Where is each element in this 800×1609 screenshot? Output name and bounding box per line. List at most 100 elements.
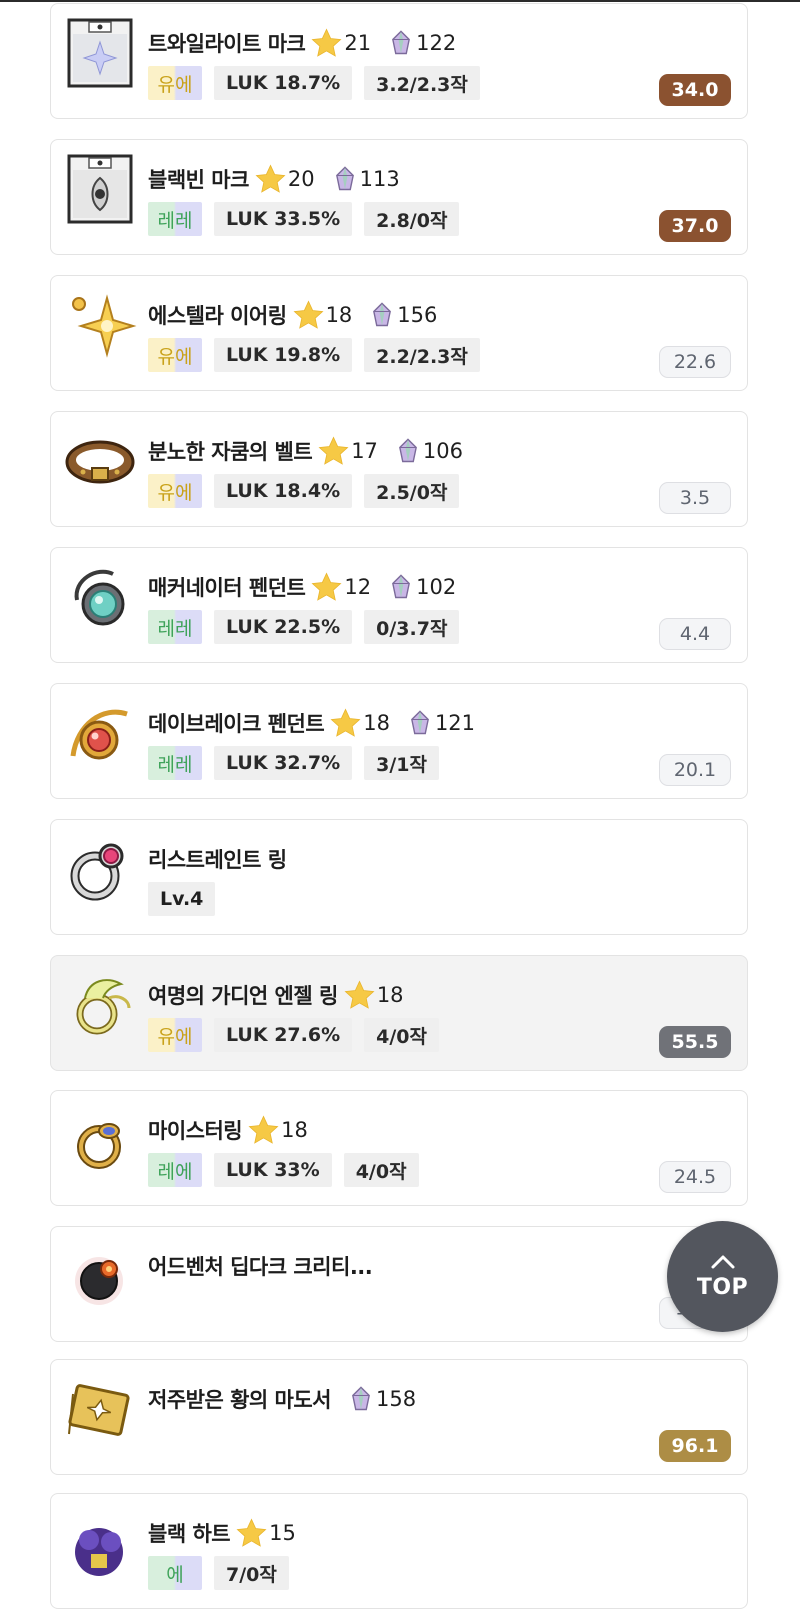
star-force-count: 18 bbox=[376, 983, 404, 1007]
star-force-icon bbox=[247, 1114, 280, 1147]
score-badge: 3.5 bbox=[659, 482, 731, 514]
chevron-up-icon bbox=[710, 1253, 736, 1271]
score-badge: 4.4 bbox=[659, 618, 731, 650]
soul-gem-icon bbox=[347, 1385, 375, 1413]
main-stat-pill: LUK 32.7% bbox=[214, 746, 353, 780]
potential-grade-badge: 유에 bbox=[148, 66, 202, 100]
star-force-count: 21 bbox=[344, 31, 372, 55]
potential-grade-badge: 레레 bbox=[148, 610, 202, 644]
item-title-row: 리스트레인트 링 bbox=[148, 842, 287, 876]
item-card[interactable]: 블랙빈 마크 20 113 레레 LUK 33.5% 2.8/0작 37.0 bbox=[50, 139, 748, 255]
item-card[interactable]: 분노한 자쿰의 벨트 17 106 유에 LUK 18.4% 2.5/0작 3.5 bbox=[50, 411, 748, 527]
soul-gem-icon bbox=[387, 573, 415, 601]
item-title-row: 어드벤처 딥다크 크리티... bbox=[148, 1249, 373, 1283]
star-force-icon bbox=[329, 707, 362, 740]
blackbean-mark-icon bbox=[63, 152, 137, 226]
item-tags-row: 에 7/0작 bbox=[148, 1556, 301, 1590]
soul-gem-value: 106 bbox=[422, 439, 464, 463]
item-card[interactable]: 트와일라이트 마크 21 122 유에 LUK 18.7% 3.2/2.3작 34.0 bbox=[50, 3, 748, 119]
item-card[interactable]: 여명의 가디언 엔젤 링 18 유에 LUK 27.6% 4/0작 55.5 bbox=[50, 955, 748, 1071]
main-stat-pill: LUK 18.7% bbox=[214, 66, 353, 100]
star-force-icon bbox=[235, 1517, 268, 1550]
item-tags-row: 유에 LUK 19.8% 2.2/2.3작 bbox=[148, 338, 492, 372]
star-force-icon bbox=[292, 299, 325, 332]
item-card[interactable]: 리스트레인트 링 Lv.4 bbox=[50, 819, 748, 935]
star-force-count: 17 bbox=[351, 439, 378, 463]
scroll-upgrade-pill: 7/0작 bbox=[214, 1556, 289, 1590]
soul-gem-icon bbox=[331, 165, 359, 193]
star-force-count: 18 bbox=[363, 711, 390, 735]
soul-gem-value: 158 bbox=[376, 1387, 417, 1411]
item-name: 어드벤처 딥다크 크리티... bbox=[148, 1255, 373, 1279]
item-card[interactable]: 블랙 하트 15 에 7/0작 bbox=[50, 1493, 748, 1609]
scroll-upgrade-pill: 0/3.7작 bbox=[364, 610, 460, 644]
item-title-row: 블랙빈 마크 20 113 bbox=[148, 162, 400, 196]
item-tags-row: 유에 LUK 27.6% 4/0작 bbox=[148, 1018, 451, 1052]
item-tags-row: Lv.4 bbox=[148, 882, 227, 916]
main-stat-pill: LUK 19.8% bbox=[214, 338, 353, 372]
item-name: 에스텔라 이어링 bbox=[148, 304, 287, 328]
item-card[interactable]: 저주받은 황의 마도서 158 96.1 bbox=[50, 1359, 748, 1475]
scroll-upgrade-pill: 4/0작 bbox=[343, 1153, 419, 1187]
item-name: 마이스터링 bbox=[148, 1119, 243, 1143]
potential-grade-badge: 레레 bbox=[148, 746, 202, 780]
mechanator-pendant-icon bbox=[63, 560, 137, 634]
potential-grade-badge: Lv.4 bbox=[148, 882, 216, 916]
item-card[interactable]: 데이브레이크 펜던트 18 121 레레 LUK 32.7% 3/1작 20.1 bbox=[50, 683, 748, 799]
item-name: 저주받은 황의 마도서 bbox=[148, 1388, 332, 1412]
potential-grade-badge: 유에 bbox=[148, 338, 202, 372]
top-divider bbox=[0, 0, 800, 2]
item-tags-row: 레레 LUK 33.5% 2.8/0작 bbox=[148, 202, 471, 236]
scroll-upgrade-pill: 2.2/2.3작 bbox=[364, 338, 480, 372]
potential-grade-badge: 유에 bbox=[148, 1018, 202, 1052]
score-badge: 55.5 bbox=[659, 1026, 731, 1058]
item-name: 여명의 가디언 엔젤 링 bbox=[148, 984, 338, 1008]
star-force-count: 15 bbox=[269, 1521, 296, 1545]
score-badge: 34.0 bbox=[659, 74, 731, 106]
star-force-icon bbox=[317, 435, 350, 468]
potential-grade-badge: 유에 bbox=[148, 474, 202, 508]
soul-gem-value: 113 bbox=[359, 167, 400, 191]
item-title-row: 마이스터링 18 bbox=[148, 1113, 308, 1147]
item-name: 블랙 하트 bbox=[148, 1522, 231, 1546]
main-stat-pill: LUK 27.6% bbox=[214, 1018, 353, 1052]
item-title-row: 데이브레이크 펜던트 18 121 bbox=[148, 706, 475, 740]
item-title-row: 에스텔라 이어링 18 156 bbox=[148, 298, 437, 332]
item-title-row: 여명의 가디언 엔젤 링 18 bbox=[148, 978, 404, 1012]
star-force-count: 18 bbox=[325, 303, 353, 327]
meister-ring-icon bbox=[63, 1103, 137, 1177]
estella-earring-icon bbox=[63, 288, 137, 362]
item-card[interactable]: 마이스터링 18 레에 LUK 33% 4/0작 24.5 bbox=[50, 1090, 748, 1206]
scroll-upgrade-pill: 2.5/0작 bbox=[364, 474, 460, 508]
item-title-row: 블랙 하트 15 bbox=[148, 1516, 296, 1550]
scroll-upgrade-pill: 4/0작 bbox=[364, 1018, 439, 1052]
score-badge: 37.0 bbox=[659, 210, 731, 242]
item-name: 리스트레인트 링 bbox=[148, 848, 287, 872]
soul-gem-value: 121 bbox=[434, 711, 476, 735]
item-name: 분노한 자쿰의 벨트 bbox=[148, 440, 313, 464]
star-force-icon bbox=[343, 979, 376, 1012]
item-card[interactable]: 매커네이터 펜던트 12 102 레레 LUK 22.5% 0/3.7작 4.4 bbox=[50, 547, 748, 663]
black-heart-icon bbox=[63, 1506, 137, 1580]
item-tags-row: 레레 LUK 32.7% 3/1작 bbox=[148, 746, 451, 780]
main-stat-pill: LUK 22.5% bbox=[214, 610, 353, 644]
star-force-icon bbox=[254, 163, 287, 196]
scroll-upgrade-pill: 3.2/2.3작 bbox=[364, 66, 480, 100]
score-badge: 22.6 bbox=[659, 346, 731, 378]
soul-gem-icon bbox=[394, 437, 422, 465]
item-card[interactable]: 에스텔라 이어링 18 156 유에 LUK 19.8% 2.2/2.3작 22.6 bbox=[50, 275, 748, 391]
soul-gem-value: 102 bbox=[416, 575, 457, 599]
item-name: 트와일라이트 마크 bbox=[148, 32, 306, 56]
soul-gem-value: 156 bbox=[397, 303, 438, 327]
twilight-mark-icon bbox=[63, 16, 137, 90]
star-force-count: 18 bbox=[281, 1118, 308, 1142]
main-stat-pill: LUK 33.5% bbox=[214, 202, 353, 236]
main-stat-pill: LUK 18.4% bbox=[214, 474, 353, 508]
item-title-row: 저주받은 황의 마도서 158 bbox=[148, 1382, 416, 1416]
guardian-angel-ring-icon bbox=[63, 968, 137, 1042]
main-stat-pill: LUK 33% bbox=[214, 1153, 332, 1187]
scroll-top-button[interactable]: TOP bbox=[667, 1221, 778, 1332]
item-card[interactable]: 어드벤처 딥다크 크리티...-4.3 bbox=[50, 1226, 748, 1342]
score-badge: 24.5 bbox=[659, 1161, 731, 1193]
soul-gem-icon bbox=[368, 301, 396, 329]
